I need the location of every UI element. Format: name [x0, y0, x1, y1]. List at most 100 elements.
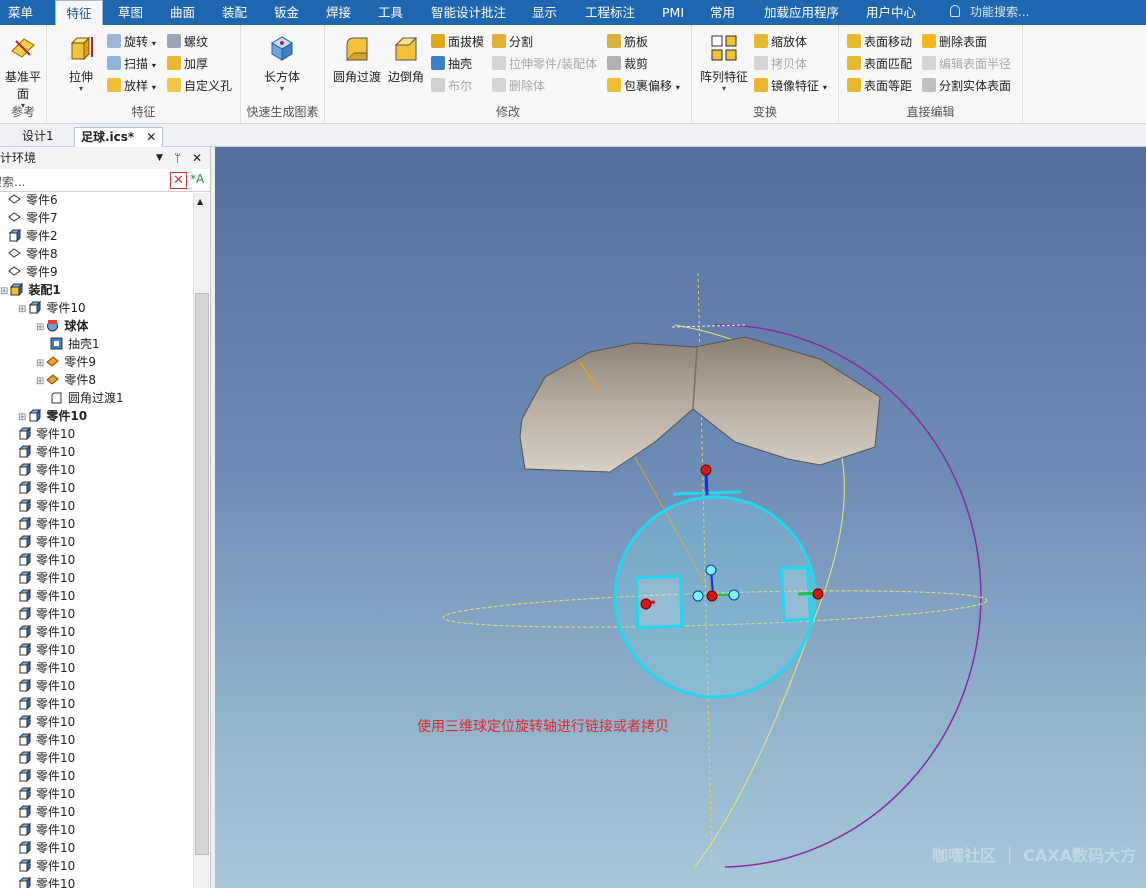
close-icon[interactable]: ✕	[146, 130, 156, 144]
thread-button[interactable]: 螺纹	[167, 33, 208, 51]
tree-item[interactable]: 零件10	[18, 839, 75, 857]
tree-item[interactable]: 零件10	[18, 641, 75, 659]
tree-item[interactable]: 零件10	[18, 677, 75, 695]
wrap-offset-button[interactable]: 包裹偏移 ▾	[607, 77, 680, 95]
scroll-thumb[interactable]	[195, 293, 209, 855]
tree-item[interactable]: 圆角过渡1	[50, 389, 124, 407]
loft-button[interactable]: 放样 ▾	[107, 77, 156, 95]
draft-button[interactable]: 面拔模	[431, 33, 484, 51]
tree-item[interactable]: 零件2	[8, 227, 58, 245]
tree-item[interactable]: ⊞ 零件10	[18, 407, 87, 425]
thicken-button[interactable]: 加厚	[167, 55, 208, 73]
tree-item[interactable]: 零件7	[8, 209, 58, 227]
y-axis-knob-right[interactable]	[812, 588, 824, 600]
tree-item[interactable]: 零件8	[8, 245, 58, 263]
tree-item[interactable]: 零件10	[18, 425, 75, 443]
tab-sketch[interactable]: 草图	[118, 0, 143, 25]
face-match-button[interactable]: 表面匹配	[847, 55, 912, 73]
copy-body-button[interactable]: 拷贝体	[754, 55, 807, 73]
split-face-button[interactable]: 分割实体表面	[922, 77, 1011, 95]
pin-icon[interactable]: ᛘ	[174, 147, 181, 169]
tab-smart-annotation[interactable]: 智能设计批注	[431, 0, 506, 25]
mirror-button[interactable]: 镜像特征 ▾	[754, 77, 827, 95]
scale-body-button[interactable]: 缩放体	[754, 33, 807, 51]
expand-icon[interactable]: ⊞	[36, 358, 44, 369]
3d-viewport[interactable]: 使用三维球定位旋转轴进行链接或者拷贝 咖嘿社区 ｜ CAXA数码大方	[215, 147, 1146, 888]
box-button[interactable]: 长方体 ▾	[251, 33, 313, 93]
center-knob[interactable]	[705, 564, 717, 576]
scroll-up-icon[interactable]: ▲	[197, 197, 203, 206]
tree-item[interactable]: ⊞ 装配1	[0, 281, 61, 299]
tree-item[interactable]: 零件10	[18, 749, 75, 767]
chamfer-button[interactable]: 边倒角	[385, 33, 427, 85]
tree-item[interactable]: 零件10	[18, 767, 75, 785]
tree-item[interactable]: 零件10	[18, 605, 75, 623]
tab-addins[interactable]: 加载应用程序	[764, 0, 839, 25]
chevron-down-icon[interactable]: ▼	[156, 147, 163, 169]
z-axis-knob[interactable]	[700, 464, 712, 476]
tab-display[interactable]: 显示	[532, 0, 557, 25]
tab-tools[interactable]: 工具	[378, 0, 403, 25]
tree-item[interactable]: 零件10	[18, 443, 75, 461]
shell-piece[interactable]	[519, 336, 881, 473]
edit-radius-button[interactable]: 编辑表面半径	[922, 55, 1011, 73]
tree-item[interactable]: 零件6	[8, 193, 58, 209]
clear-search-icon[interactable]: ✕	[170, 172, 187, 189]
tab-pmi[interactable]: PMI	[662, 0, 684, 25]
tab-surface[interactable]: 曲面	[170, 0, 195, 25]
tree-item[interactable]: 零件10	[18, 587, 75, 605]
expand-icon[interactable]: ⊞	[36, 376, 44, 387]
tree-item[interactable]: 零件10	[18, 659, 75, 677]
tab-common[interactable]: 常用	[710, 0, 735, 25]
tree-item[interactable]: 零件10	[18, 803, 75, 821]
tab-sheetmetal[interactable]: 钣金	[274, 0, 299, 25]
face-move-button[interactable]: 表面移动	[847, 33, 912, 51]
ball-center[interactable]	[706, 590, 718, 602]
tree-item[interactable]: 零件10	[18, 857, 75, 875]
tree-item[interactable]: 零件10	[18, 533, 75, 551]
stretch-button[interactable]: 拉伸零件/装配体	[492, 55, 597, 73]
tree-item[interactable]: 零件10	[18, 551, 75, 569]
center-knob[interactable]	[692, 590, 704, 602]
pattern-button[interactable]: 阵列特征 ▾	[696, 33, 752, 93]
tab-football[interactable]: 足球.ics* ✕	[74, 127, 164, 147]
tree-item[interactable]: 零件10	[18, 569, 75, 587]
rib-button[interactable]: 筋板	[607, 33, 648, 51]
tree-search-input[interactable]: 搜索...	[0, 173, 25, 190]
tree-item[interactable]: 零件10	[18, 821, 75, 839]
tree-item[interactable]: 零件10	[18, 461, 75, 479]
feature-search[interactable]: 功能搜索...	[950, 0, 1029, 25]
tree-item[interactable]: ⊞ 零件9	[36, 353, 96, 371]
tree-item[interactable]: 零件10	[18, 785, 75, 803]
tree-item[interactable]: 零件10	[18, 731, 75, 749]
trim-button[interactable]: 裁剪	[607, 55, 648, 73]
tree-item[interactable]: 零件10	[18, 623, 75, 641]
close-icon[interactable]: ✕	[192, 147, 202, 169]
split-button[interactable]: 分割	[492, 33, 533, 51]
tree-item[interactable]: 零件10	[18, 479, 75, 497]
shell-button[interactable]: 抽壳	[431, 55, 472, 73]
tab-menu[interactable]: 菜单	[8, 0, 33, 25]
tree-item[interactable]: 零件10	[18, 875, 75, 888]
base-plane-button[interactable]: 基准平面 ▾	[0, 33, 46, 110]
tab-user-center[interactable]: 用户中心	[866, 0, 916, 25]
expand-icon[interactable]: ⊞	[18, 304, 26, 315]
tree-item[interactable]: 零件10	[18, 713, 75, 731]
expand-icon[interactable]: ⊞	[36, 322, 44, 333]
tab-assembly[interactable]: 装配	[222, 0, 247, 25]
boolean-button[interactable]: 布尔	[431, 77, 472, 95]
custom-hole-button[interactable]: 自定义孔	[167, 77, 232, 95]
center-knob[interactable]	[728, 589, 740, 601]
expand-icon[interactable]: ⊞	[18, 412, 26, 423]
tab-weld[interactable]: 焊接	[326, 0, 351, 25]
sweep-button[interactable]: 扫描 ▾	[107, 55, 156, 73]
expand-icon[interactable]: ⊞	[0, 286, 8, 297]
tab-feature[interactable]: 特征	[55, 0, 103, 27]
tab-design1[interactable]: 设计1	[16, 127, 60, 146]
extrude-button[interactable]: 拉伸 ▾	[57, 33, 105, 93]
tree-item[interactable]: 零件10	[18, 695, 75, 713]
tab-engineering-annotation[interactable]: 工程标注	[585, 0, 635, 25]
tree-item[interactable]: ⊞ 球体	[36, 317, 88, 335]
x-axis-knob-left[interactable]	[640, 598, 652, 610]
tree-item[interactable]: 零件10	[18, 497, 75, 515]
